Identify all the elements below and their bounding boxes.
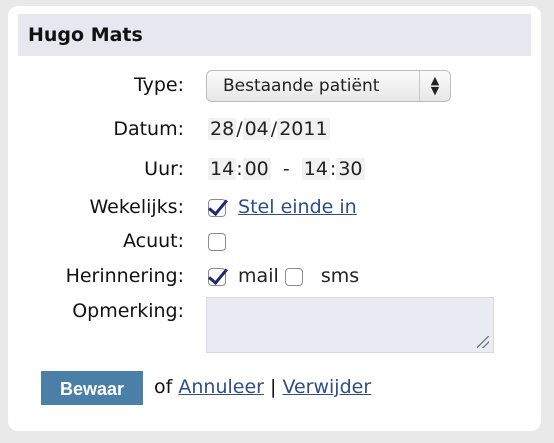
- type-select[interactable]: Bestaande patiënt ▲ ▼: [206, 70, 451, 102]
- time-range-dash: -: [282, 158, 290, 180]
- date-day-input[interactable]: 28: [208, 118, 237, 140]
- time-label: Uur:: [144, 158, 184, 180]
- start-hour-input[interactable]: 14: [208, 158, 237, 180]
- resize-grip-icon[interactable]: [477, 336, 489, 348]
- date-separator: /: [236, 118, 243, 140]
- reminder-field: mail sms: [208, 265, 359, 287]
- remark-label: Opmerking:: [72, 300, 184, 322]
- or-text: of: [154, 376, 173, 398]
- reminder-sms-label: sms: [320, 265, 360, 287]
- action-links: of Annuleer | Verwijder: [154, 376, 371, 398]
- appointment-panel: Hugo Mats Type: Bestaande patiënt ▲ ▼ Dat…: [8, 6, 541, 431]
- end-hour-input[interactable]: 14: [301, 158, 330, 180]
- set-end-link[interactable]: Stel einde in: [238, 196, 357, 218]
- delete-link[interactable]: Verwijder: [282, 376, 371, 398]
- action-separator: |: [270, 376, 277, 398]
- type-select-value: Bestaande patiënt: [223, 76, 380, 96]
- reminder-mail-checkbox[interactable]: [208, 267, 226, 286]
- time-separator: :: [236, 158, 243, 180]
- date-label: Datum:: [113, 118, 184, 140]
- time-field: 14:00 - 14:30: [208, 158, 365, 180]
- acute-field: [208, 230, 226, 252]
- date-month-input[interactable]: 04: [242, 118, 271, 140]
- panel-title: Hugo Mats: [18, 14, 531, 56]
- save-button[interactable]: Bewaar: [41, 371, 143, 405]
- acute-checkbox[interactable]: [208, 232, 226, 251]
- reminder-mail-label: mail: [238, 265, 279, 287]
- date-field: 28/04/2011: [208, 118, 330, 140]
- type-label: Type:: [133, 74, 184, 96]
- reminder-sms-checkbox[interactable]: [284, 267, 303, 286]
- start-minute-input[interactable]: 00: [242, 158, 271, 180]
- end-minute-input[interactable]: 30: [336, 158, 365, 180]
- select-arrows-icon: ▲ ▼: [419, 71, 450, 101]
- remark-textarea[interactable]: [206, 297, 494, 353]
- weekly-label: Wekelijks:: [89, 196, 184, 218]
- cancel-link[interactable]: Annuleer: [178, 376, 264, 398]
- date-year-input[interactable]: 2011: [277, 118, 330, 140]
- weekly-checkbox[interactable]: [208, 198, 226, 217]
- weekly-field: Stel einde in: [208, 196, 357, 218]
- reminder-label: Herinnering:: [65, 265, 184, 287]
- acute-label: Acuut:: [122, 230, 184, 252]
